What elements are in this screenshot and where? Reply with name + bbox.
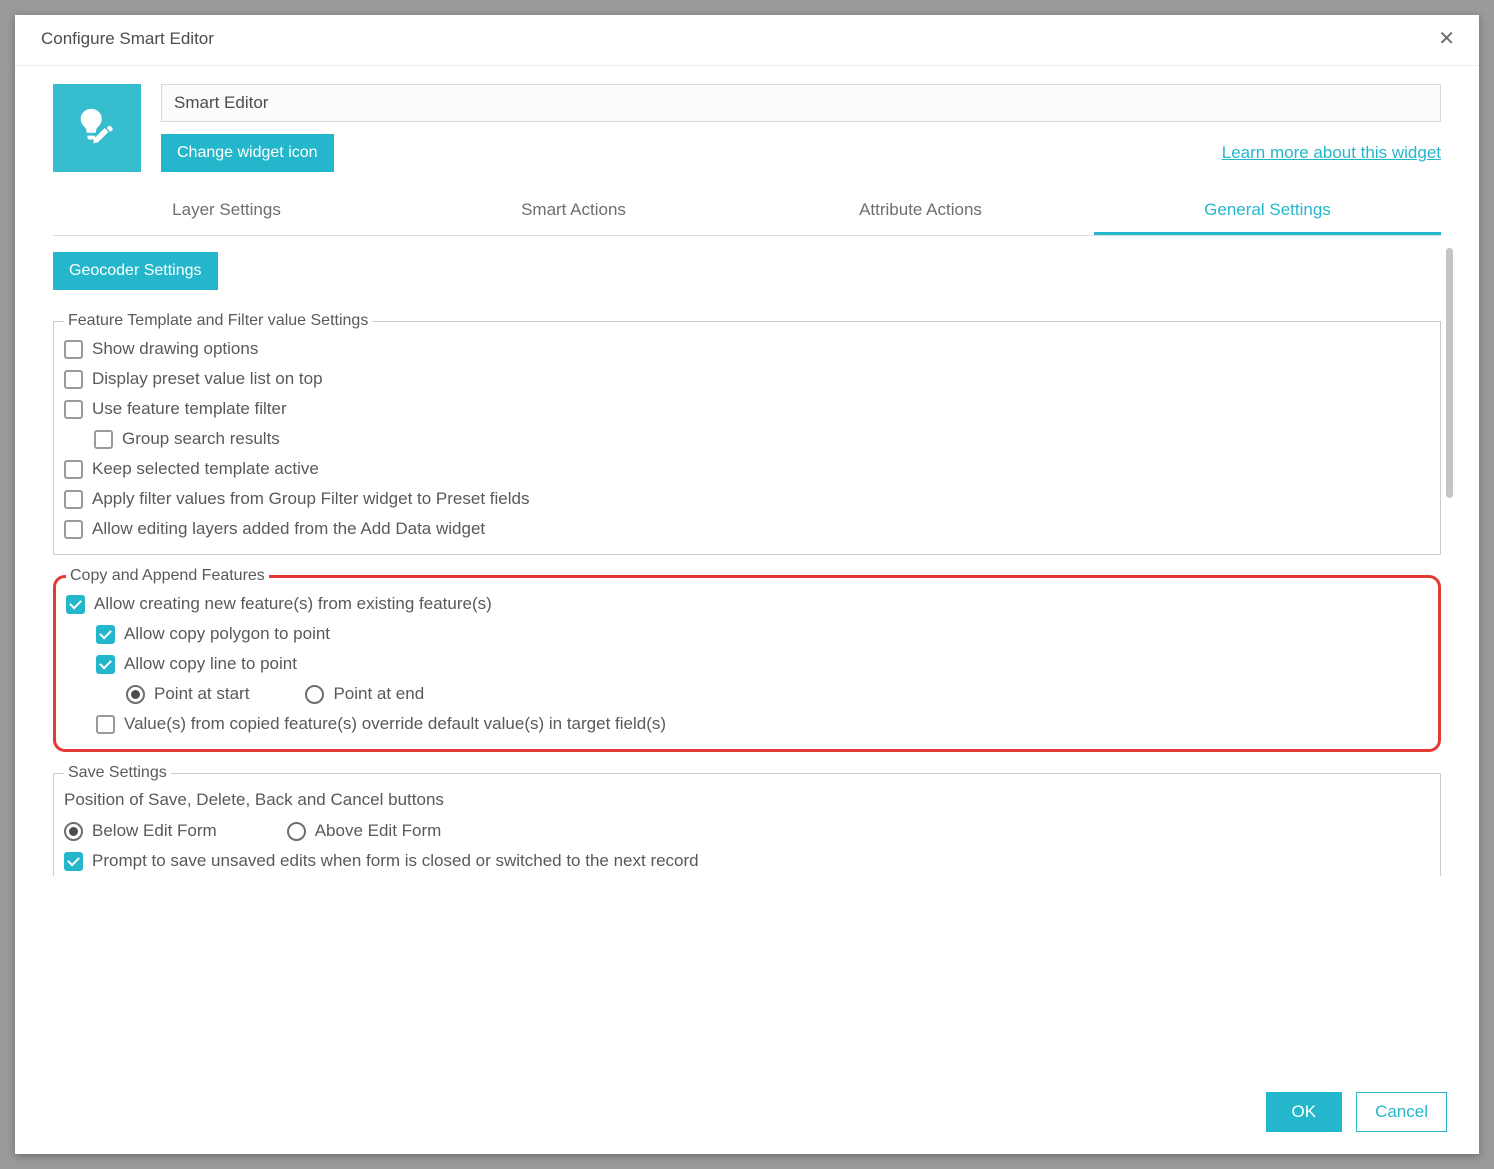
tab-smart-actions[interactable]: Smart Actions [400, 188, 747, 235]
radio-point-end[interactable] [305, 685, 324, 704]
lbl-below-form: Below Edit Form [92, 821, 217, 841]
radio-above-form[interactable] [287, 822, 306, 841]
lbl-template-filter: Use feature template filter [92, 399, 287, 419]
legend-copy: Copy and Append Features [66, 567, 269, 585]
tab-general-settings[interactable]: General Settings [1094, 188, 1441, 235]
chk-allow-create[interactable] [66, 595, 85, 614]
chk-template-filter[interactable] [64, 400, 83, 419]
lbl-point-end: Point at end [333, 684, 424, 704]
lbl-line-to-point: Allow copy line to point [124, 654, 297, 674]
content-area: Geocoder Settings Feature Template and F… [53, 236, 1455, 1072]
point-radio-group: Point at start Point at end [126, 679, 1428, 709]
ok-button[interactable]: OK [1266, 1092, 1343, 1132]
chk-preset-top[interactable] [64, 370, 83, 389]
learn-more-link[interactable]: Learn more about this widget [1222, 143, 1441, 163]
header-row: Change widget icon Learn more about this… [161, 134, 1441, 172]
lbl-above-form: Above Edit Form [315, 821, 442, 841]
lbl-group-results: Group search results [122, 429, 280, 449]
fieldset-save: Save Settings Position of Save, Delete, … [53, 764, 1441, 876]
dialog-title: Configure Smart Editor [41, 29, 214, 49]
lbl-override: Value(s) from copied feature(s) override… [124, 714, 666, 734]
change-icon-button[interactable]: Change widget icon [161, 134, 334, 172]
tabs: Layer Settings Smart Actions Attribute A… [53, 188, 1441, 236]
header-right: Change widget icon Learn more about this… [161, 84, 1441, 172]
lbl-poly-to-point: Allow copy polygon to point [124, 624, 330, 644]
lbl-prompt-save: Prompt to save unsaved edits when form i… [92, 851, 699, 871]
chk-apply-filter[interactable] [64, 490, 83, 509]
configure-dialog: Configure Smart Editor ✕ Change widget i… [15, 15, 1479, 1154]
chk-keep-template[interactable] [64, 460, 83, 479]
title-bar: Configure Smart Editor ✕ [15, 15, 1479, 66]
geocoder-settings-button[interactable]: Geocoder Settings [53, 252, 218, 290]
radio-point-start[interactable] [126, 685, 145, 704]
lbl-add-data: Allow editing layers added from the Add … [92, 519, 485, 539]
chk-group-results[interactable] [94, 430, 113, 449]
tab-layer-settings[interactable]: Layer Settings [53, 188, 400, 235]
lbl-keep-template: Keep selected template active [92, 459, 319, 479]
fieldset-template: Feature Template and Filter value Settin… [53, 312, 1441, 555]
chk-poly-to-point[interactable] [96, 625, 115, 644]
lbl-preset-top: Display preset value list on top [92, 369, 323, 389]
chk-override[interactable] [96, 715, 115, 734]
chk-show-drawing[interactable] [64, 340, 83, 359]
lbl-allow-create: Allow creating new feature(s) from exist… [94, 594, 492, 614]
save-position-label: Position of Save, Delete, Back and Cance… [64, 786, 1430, 816]
lightbulb-pencil-icon [74, 105, 120, 151]
radio-below-form[interactable] [64, 822, 83, 841]
cancel-button[interactable]: Cancel [1356, 1092, 1447, 1132]
legend-save: Save Settings [64, 764, 171, 782]
close-icon[interactable]: ✕ [1434, 25, 1459, 53]
widget-icon-tile [53, 84, 141, 172]
lbl-point-start: Point at start [154, 684, 249, 704]
lbl-show-drawing: Show drawing options [92, 339, 258, 359]
dialog-footer: OK Cancel [15, 1072, 1479, 1154]
chk-add-data[interactable] [64, 520, 83, 539]
fieldset-copy-append: Copy and Append Features Allow creating … [53, 567, 1441, 752]
tab-attribute-actions[interactable]: Attribute Actions [747, 188, 1094, 235]
lbl-apply-filter: Apply filter values from Group Filter wi… [92, 489, 529, 509]
header-area: Change widget icon Learn more about this… [15, 66, 1479, 180]
legend-template: Feature Template and Filter value Settin… [64, 312, 372, 330]
widget-name-input[interactable] [161, 84, 1441, 122]
chk-line-to-point[interactable] [96, 655, 115, 674]
scrollbar-thumb[interactable] [1446, 248, 1453, 498]
save-radio-group: Below Edit Form Above Edit Form [64, 816, 1430, 846]
chk-prompt-save[interactable] [64, 852, 83, 871]
